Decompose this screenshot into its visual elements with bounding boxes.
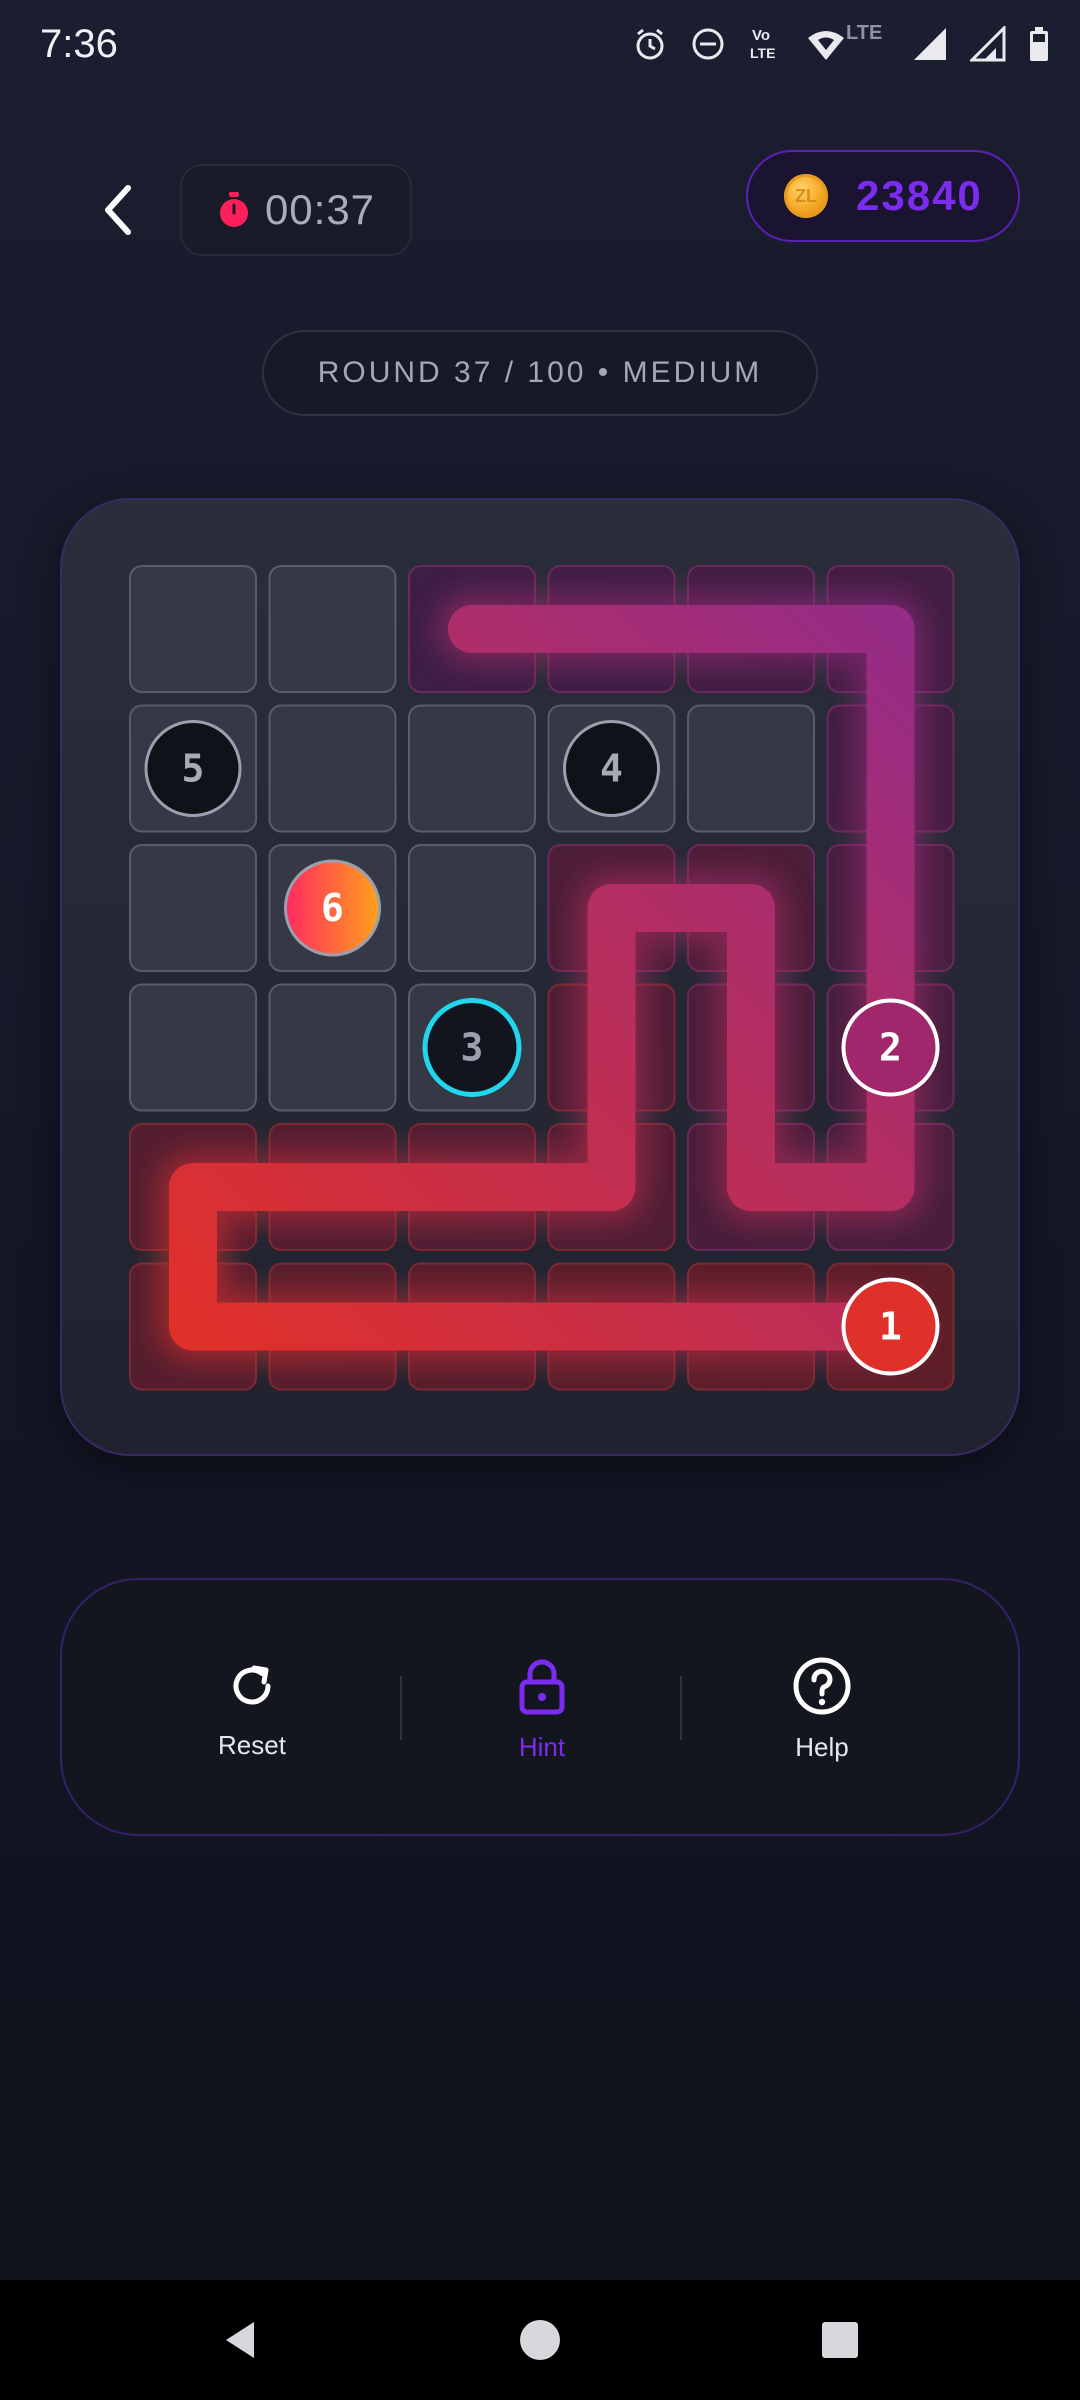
help-circle-icon xyxy=(793,1657,851,1714)
dnd-icon xyxy=(692,28,724,60)
hint-button[interactable]: Hint xyxy=(412,1580,672,1838)
status-bar: 7:36 Vo LTE LTE xyxy=(0,0,1080,90)
battery-icon xyxy=(1030,27,1048,61)
divider xyxy=(400,1676,402,1740)
number-node-4[interactable]: 4 xyxy=(563,720,660,817)
nav-recents-icon xyxy=(822,2322,858,2358)
node-label: 2 xyxy=(879,1026,902,1070)
nav-recents-button[interactable] xyxy=(810,2310,870,2370)
stopwatch-icon xyxy=(219,192,248,227)
game-board[interactable]: 1 2 3 4 5 6 xyxy=(60,498,1020,1456)
grid-cell[interactable] xyxy=(268,565,397,693)
reset-label: Reset xyxy=(218,1729,286,1760)
node-label: 3 xyxy=(461,1026,484,1070)
number-node-2[interactable]: 2 xyxy=(841,998,940,1097)
volte-icon: Vo LTE xyxy=(750,27,775,61)
help-label: Help xyxy=(795,1731,849,1762)
round-label: ROUND 37 / 100 • MEDIUM xyxy=(262,330,818,416)
reset-button[interactable]: Reset xyxy=(122,1580,382,1838)
number-node-3[interactable]: 3 xyxy=(422,998,522,1097)
grid-cell[interactable] xyxy=(687,704,815,833)
refresh-icon xyxy=(233,1665,271,1704)
hint-label: Hint xyxy=(518,1731,566,1762)
alarm-icon xyxy=(636,28,664,60)
coin-icon: ZL xyxy=(784,174,828,218)
volte-top: Vo xyxy=(752,27,770,44)
lock-icon xyxy=(519,1659,565,1714)
status-icons: Vo LTE LTE xyxy=(632,22,1050,66)
board-grid[interactable]: 1 2 3 4 5 6 xyxy=(62,500,1022,1458)
signal-icon-2 xyxy=(970,26,1006,62)
grid-cell[interactable] xyxy=(408,704,536,833)
grid-cell[interactable] xyxy=(268,704,397,833)
lte-label: LTE xyxy=(846,22,883,44)
divider xyxy=(680,1676,682,1740)
node-label: 5 xyxy=(182,747,205,791)
nav-back-button[interactable] xyxy=(210,2310,270,2370)
timer-value: 00:37 xyxy=(264,186,376,233)
status-time: 7:36 xyxy=(40,22,118,66)
grid-cell[interactable] xyxy=(129,844,257,972)
grid-cell[interactable] xyxy=(408,844,536,972)
signal-icon xyxy=(914,28,946,60)
action-bar: Reset Hint Help xyxy=(60,1578,1020,1836)
nav-home-button[interactable] xyxy=(510,2310,570,2370)
nav-back-icon xyxy=(226,2322,254,2358)
grid-cell[interactable] xyxy=(129,983,257,1112)
help-button[interactable]: Help xyxy=(692,1580,952,1838)
wifi-icon xyxy=(808,31,844,60)
number-node-6[interactable]: 6 xyxy=(284,859,381,957)
nav-home-icon xyxy=(520,2320,560,2360)
grid-cell[interactable] xyxy=(129,565,257,693)
coin-balance[interactable]: ZL 23840 xyxy=(746,150,1020,242)
number-node-1[interactable]: 1 xyxy=(841,1277,940,1376)
grid-cell[interactable] xyxy=(268,983,397,1112)
wifi-lte-group: LTE xyxy=(806,22,890,66)
node-label: 4 xyxy=(600,747,623,791)
node-label: 6 xyxy=(321,886,344,930)
system-nav-bar xyxy=(0,2280,1080,2400)
volte-bottom: LTE xyxy=(750,45,775,61)
number-node-5[interactable]: 5 xyxy=(144,720,242,817)
node-label: 1 xyxy=(879,1305,902,1349)
chevron-left-icon xyxy=(105,185,131,235)
timer: 00:37 xyxy=(180,164,412,256)
back-button[interactable] xyxy=(88,170,148,250)
coin-amount: 23840 xyxy=(856,172,983,219)
